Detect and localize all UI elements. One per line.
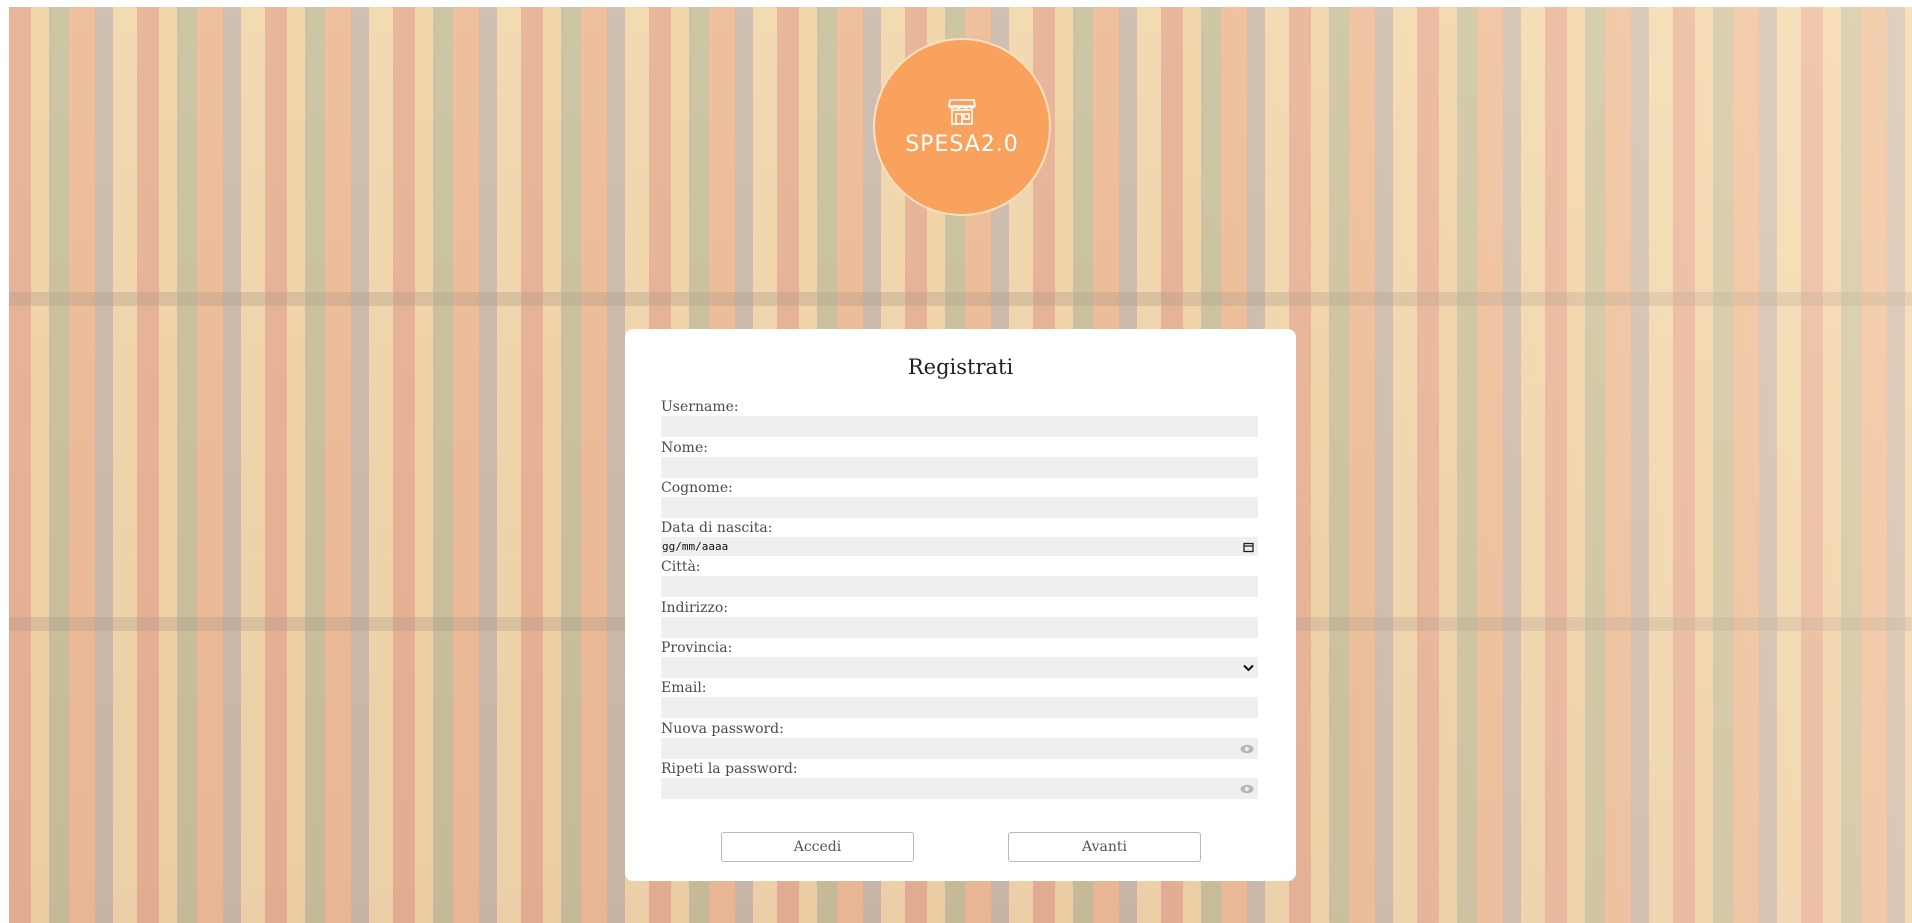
ripeti-password-field-group: Ripeti la password: <box>661 760 1258 799</box>
indirizzo-field-group: Indirizzo: <box>661 599 1258 638</box>
accedi-button[interactable]: Accedi <box>721 832 914 862</box>
nuova-password-field-group: Nuova password: <box>661 720 1258 759</box>
registration-card: Registrati Username: Nome: Cognome: Data… <box>625 329 1296 881</box>
ripeti-password-input[interactable] <box>661 778 1258 799</box>
citta-input[interactable] <box>661 576 1258 597</box>
date-placeholder: gg/mm/aaaa <box>662 540 729 553</box>
citta-label: Città: <box>661 559 701 575</box>
cognome-field-group: Cognome: <box>661 479 1258 518</box>
provincia-label: Provincia: <box>661 640 733 656</box>
nome-label: Nome: <box>661 440 708 456</box>
calendar-icon[interactable] <box>1243 541 1254 552</box>
store-icon <box>948 98 976 125</box>
nuova-password-label: Nuova password: <box>661 721 784 737</box>
provincia-field-group: Provincia: <box>661 639 1258 678</box>
spesa-logo: SPESA2.0 <box>873 38 1051 216</box>
cognome-input[interactable] <box>661 497 1258 518</box>
provincia-select[interactable] <box>661 657 1258 678</box>
chevron-down-icon[interactable] <box>1243 664 1254 672</box>
form-title: Registrati <box>907 355 1014 379</box>
data-nascita-field-group: Data di nascita: gg/mm/aaaa <box>661 519 1258 556</box>
nome-input[interactable] <box>661 457 1258 478</box>
eye-icon[interactable] <box>1240 744 1254 754</box>
cognome-label: Cognome: <box>661 480 733 496</box>
avanti-button[interactable]: Avanti <box>1008 832 1201 862</box>
citta-field-group: Città: <box>661 558 1258 597</box>
date-input[interactable]: gg/mm/aaaa <box>661 537 1258 556</box>
username-label: Username: <box>661 399 739 415</box>
email-label: Email: <box>661 680 707 696</box>
data-nascita-label: Data di nascita: <box>661 520 773 536</box>
ripeti-password-label: Ripeti la password: <box>661 761 798 777</box>
email-field-group: Email: <box>661 679 1258 718</box>
nuova-password-input[interactable] <box>661 738 1258 759</box>
nome-field-group: Nome: <box>661 439 1258 478</box>
email-input[interactable] <box>661 697 1258 718</box>
eye-icon[interactable] <box>1240 784 1254 794</box>
logo-text: SPESA2.0 <box>905 131 1019 157</box>
username-input[interactable] <box>661 416 1258 437</box>
indirizzo-input[interactable] <box>661 617 1258 638</box>
indirizzo-label: Indirizzo: <box>661 600 729 616</box>
username-field-group: Username: <box>661 398 1258 437</box>
